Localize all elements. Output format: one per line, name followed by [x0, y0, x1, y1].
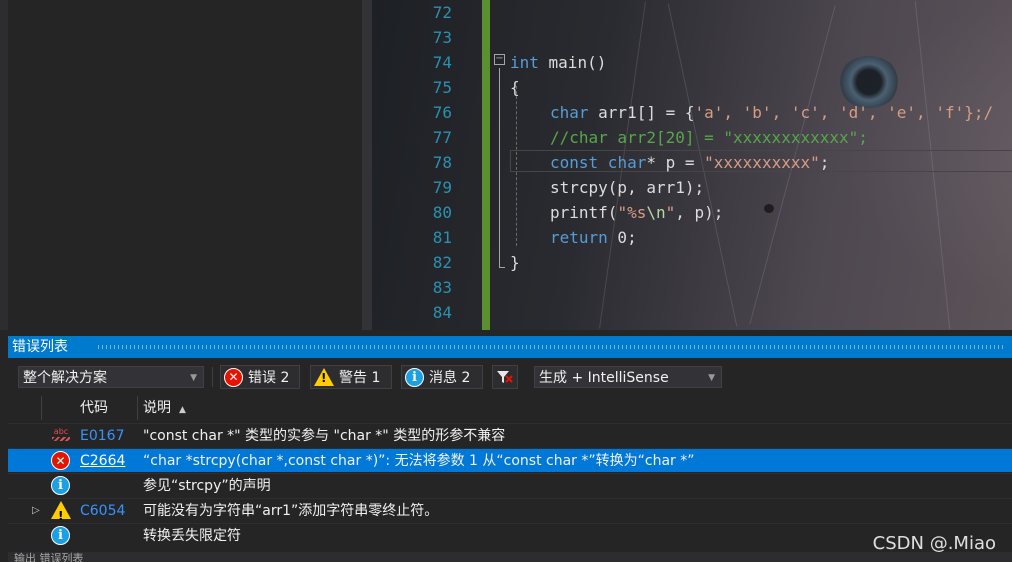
- line-number: 75: [432, 78, 452, 97]
- panel-title: 错误列表: [12, 339, 68, 355]
- code-line-80[interactable]: printf("%s\n", p);: [550, 203, 723, 222]
- code-line-77[interactable]: //char arr2[20] = "xxxxxxxxxxxx";: [550, 128, 868, 147]
- errors-filter-label: 错误 2: [248, 370, 290, 386]
- error-row[interactable]: abc E0167 "const char *" 类型的实参与 "char *"…: [8, 423, 1012, 447]
- line-number: 72: [432, 3, 452, 22]
- error-code-link[interactable]: C6054: [80, 499, 125, 523]
- error-code-link[interactable]: E0167: [80, 424, 124, 448]
- outline-fold-line: [499, 68, 500, 268]
- error-description: "const char *" 类型的实参与 "char *" 类型的形参不兼容: [143, 428, 506, 444]
- error-list-title-bar[interactable]: 错误列表: [8, 336, 1012, 358]
- string-literal: "xxxxxxxxxx": [704, 153, 820, 172]
- line-number: 79: [432, 178, 452, 197]
- line-number: 74: [432, 53, 452, 72]
- keyword: char: [550, 103, 589, 122]
- line-number: 76: [432, 103, 452, 122]
- escape-sequence: \n: [646, 203, 666, 222]
- char-literals: 'a', 'b', 'c', 'd', 'e', 'f'};/: [694, 103, 994, 122]
- scope-dropdown[interactable]: 整个解决方案 ▼: [18, 366, 204, 388]
- warning-icon: !: [314, 368, 334, 386]
- error-list-panel: 错误列表 整个解决方案 ▼ ✕ 错误 2 ! 警告 1 i 消息 2 生成 + …: [0, 330, 1012, 562]
- header-spacer: [8, 396, 42, 420]
- warnings-filter-button[interactable]: ! 警告 1: [310, 365, 392, 389]
- build-filter-dropdown[interactable]: 生成 + IntelliSense ▼: [534, 366, 722, 388]
- editor-margin: [362, 0, 372, 330]
- error-description: “char *strcpy(char *,const char *)”: 无法将…: [143, 453, 695, 469]
- code-text: arr1[] = {: [588, 103, 695, 122]
- line-number: 77: [432, 128, 452, 147]
- left-tool-strip: [0, 0, 8, 330]
- error-description: 转换丢失限定符: [143, 528, 241, 544]
- string-literal: ": [665, 203, 676, 222]
- code-text: main(): [538, 53, 607, 72]
- title-bar-grip: [98, 345, 1006, 349]
- error-code-link[interactable]: C2664: [80, 449, 125, 473]
- code-line-82[interactable]: }: [510, 253, 520, 272]
- change-tracking-bar: [482, 0, 490, 330]
- filter-funnel-button[interactable]: [492, 365, 518, 389]
- line-number: 83: [432, 278, 452, 297]
- info-icon: i: [51, 526, 70, 545]
- watermark-text: CSDN @.Miao: [872, 533, 996, 554]
- error-list-toolbar: 整个解决方案 ▼ ✕ 错误 2 ! 警告 1 i 消息 2 生成 + Intel…: [8, 364, 1012, 392]
- keyword: return: [550, 228, 608, 247]
- error-row-selected[interactable]: ✕ C2664 “char *strcpy(char *,const char …: [8, 448, 1012, 472]
- chevron-down-icon: ▼: [190, 373, 197, 383]
- error-description: 可能没有为字符串“arr1”添加字符串零终止符。: [143, 503, 439, 519]
- info-icon: i: [51, 476, 70, 495]
- sort-ascending-icon: ▲: [179, 405, 186, 415]
- line-number: 73: [432, 28, 452, 47]
- code-text: printf(: [550, 203, 618, 222]
- error-description: 参见“strcpy”的声明: [143, 478, 271, 494]
- warnings-filter-label: 警告 1: [339, 370, 381, 386]
- keyword: int: [510, 53, 539, 72]
- line-number: 78: [432, 153, 452, 172]
- spell-error-icon: abc: [52, 428, 70, 442]
- chevron-down-icon: ▼: [708, 373, 715, 383]
- line-number: 81: [432, 228, 452, 247]
- code-line-74[interactable]: int main(): [510, 53, 606, 72]
- messages-filter-button[interactable]: i 消息 2: [401, 365, 483, 389]
- column-header-code[interactable]: 代码: [42, 396, 138, 420]
- toolbar-separator: [212, 367, 213, 387]
- error-row[interactable]: i 参见“strcpy”的声明: [8, 473, 1012, 497]
- line-number: 80: [432, 203, 452, 222]
- error-row[interactable]: ▷ ! C6054 可能没有为字符串“arr1”添加字符串零终止符。: [8, 498, 1012, 523]
- code-text: 0;: [607, 228, 637, 247]
- build-filter-value: 生成 + IntelliSense: [539, 370, 669, 386]
- code-line-75[interactable]: {: [510, 78, 520, 97]
- code-text: * p =: [646, 153, 705, 172]
- line-number: 82: [432, 253, 452, 272]
- scope-value: 整个解决方案: [23, 370, 107, 386]
- code-line-79[interactable]: strcpy(p, arr1);: [550, 178, 704, 197]
- keyword: char: [598, 153, 647, 172]
- code-text: ;: [819, 153, 830, 172]
- error-list-header: 代码 说明 ▲: [8, 396, 1012, 420]
- error-row[interactable]: i 转换丢失限定符: [8, 523, 1012, 547]
- keyword: const: [550, 153, 599, 172]
- code-line-81[interactable]: return 0;: [550, 228, 637, 247]
- funnel-icon: [497, 371, 513, 383]
- messages-filter-label: 消息 2: [429, 370, 471, 386]
- background-image-detail: [764, 204, 774, 213]
- code-line-78[interactable]: const char* p = "xxxxxxxxxx";: [550, 153, 829, 172]
- code-text: , p);: [675, 203, 724, 222]
- string-literal: "%s: [617, 203, 647, 222]
- error-icon: ✕: [224, 367, 243, 387]
- background-eye-image: [838, 56, 900, 108]
- expand-arrow-icon[interactable]: ▷: [32, 499, 40, 523]
- code-text: {: [510, 78, 520, 97]
- bottom-tab-strip[interactable]: 输出 错误列表: [8, 552, 1012, 562]
- errors-filter-button[interactable]: ✕ 错误 2: [220, 365, 300, 389]
- code-editor[interactable]: 72 73 74 75 76 77 78 79 80 81 82 83 84 −…: [372, 0, 1012, 330]
- info-icon: i: [405, 367, 424, 387]
- solution-explorer-panel: [0, 0, 362, 330]
- error-icon: ✕: [51, 451, 70, 470]
- column-header-description[interactable]: 说明 ▲: [138, 396, 1012, 420]
- line-number: 84: [432, 303, 452, 322]
- outline-fold-end: [499, 267, 505, 268]
- collapse-toggle-icon[interactable]: −: [494, 54, 505, 65]
- code-line-76[interactable]: char arr1[] = {'a', 'b', 'c', 'd', 'e', …: [550, 103, 993, 122]
